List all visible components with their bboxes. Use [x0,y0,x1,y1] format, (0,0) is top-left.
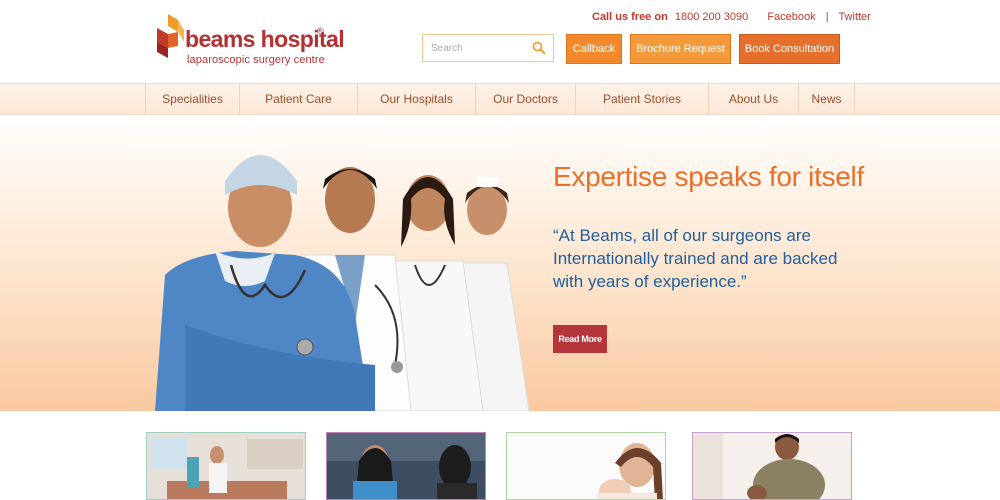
logo-mark-icon [157,14,184,58]
mother-baby-photo [507,433,665,499]
hero-title: Expertise speaks for itself [553,161,864,192]
medical-team-photo [155,155,530,411]
search-icon[interactable] [532,41,546,55]
front-desk-photo [327,433,485,499]
site-logo[interactable]: beams hospital ® laparoscopic surgery ce… [155,12,345,70]
site-header: beams hospital ® laparoscopic surgery ce… [0,0,1000,83]
nav-item-our-hospitals[interactable]: Our Hospitals [357,84,475,114]
hospital-room-photo [147,433,305,499]
nav-item-our-doctors[interactable]: Our Doctors [475,84,575,114]
tile-front-desk[interactable] [326,432,486,500]
hero-banner: Expertise speaks for itself “At Beams, a… [0,115,1000,411]
patient-consultation-photo [693,433,851,499]
nav-item-about-us[interactable]: About Us [708,84,798,114]
nav-item-news[interactable]: News [798,84,854,114]
callback-button[interactable]: Callback [566,34,622,64]
book-consultation-button[interactable]: Book Consultation [739,34,840,64]
tile-mother-baby[interactable] [506,432,666,500]
tile-hospital-room[interactable] [146,432,306,500]
nav-item-specialities[interactable]: Specialities [145,84,239,114]
tile-patient-consultation[interactable] [692,432,852,500]
main-nav: Specialities Patient Care Our Hospitals … [0,83,1000,115]
search-box [422,34,554,62]
brand-tagline: laparoscopic surgery centre [187,54,325,66]
registered-mark: ® [317,26,324,36]
nav-item-patient-care[interactable]: Patient Care [239,84,357,114]
nav-item-patient-stories[interactable]: Patient Stories [575,84,708,114]
read-more-button[interactable]: Read More [553,325,607,353]
hero-quote: “At Beams, all of our surgeons are Inter… [553,226,838,291]
call-label: Call us free on [592,11,668,23]
facebook-link[interactable]: Facebook [767,11,815,23]
brochure-request-button[interactable]: Brochure Request [630,34,731,64]
twitter-link[interactable]: Twitter [838,11,870,23]
contact-line: Call us free on 1800 200 3090 Facebook |… [592,11,871,23]
phone-number[interactable]: 1800 200 3090 [675,11,748,23]
nav-divider [854,84,855,114]
search-input[interactable] [423,35,531,61]
social-separator: | [825,11,829,23]
